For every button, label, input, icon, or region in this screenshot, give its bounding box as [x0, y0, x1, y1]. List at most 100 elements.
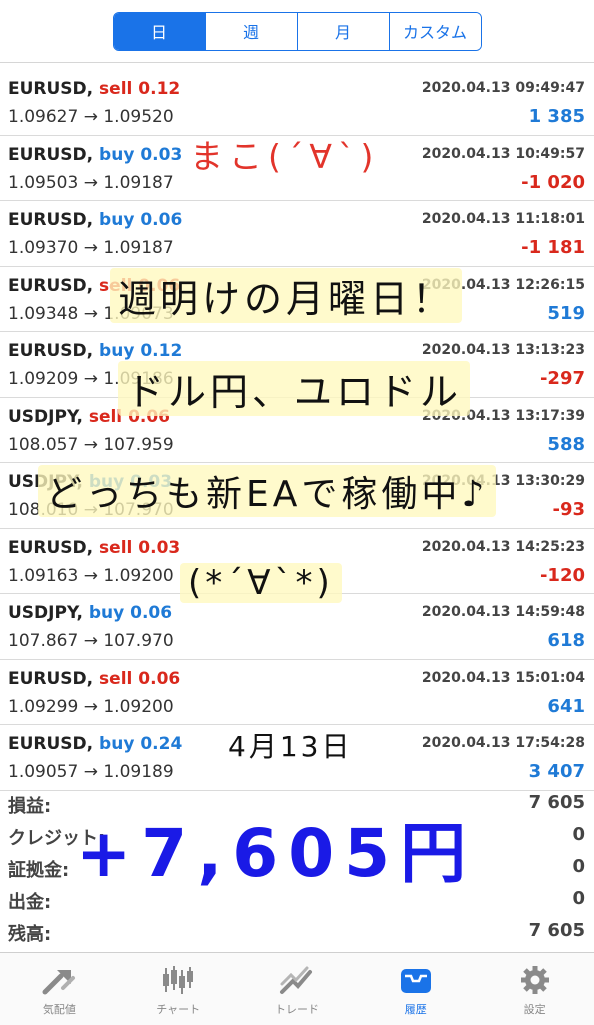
deal-volume: 0.12	[140, 341, 183, 361]
deal-symbol-name: EURUSD,	[8, 210, 94, 230]
deal-profit: 3 407	[528, 761, 585, 782]
tab-quotes[interactable]: 気配値	[0, 953, 119, 1025]
deal-time: 2020.04.13 17:54:28	[421, 735, 585, 751]
trade-icon	[277, 963, 317, 997]
summary-label: 出金:	[8, 892, 52, 913]
deal-profit: 588	[547, 433, 585, 455]
deal-symbol-name: EURUSD,	[8, 668, 94, 689]
deal-symbol: EURUSD, buy 0.03	[8, 145, 182, 165]
handwritten-note-line2: ドル円、ユロドル	[118, 361, 471, 416]
deal-time: 2020.04.13 14:25:23	[421, 538, 585, 555]
deal-prices: 1.09627 → 1.09520	[8, 107, 174, 127]
deal-volume: 0.06	[130, 603, 173, 623]
deal-time: 2020.04.13 09:49:47	[421, 80, 585, 96]
handwritten-note-line3: どっちも新EAで稼働中♪	[38, 465, 497, 517]
chart-icon	[158, 963, 198, 997]
deal-profit: 1 385	[528, 106, 585, 127]
deal-profit: 641	[547, 695, 585, 717]
deals-list: EURUSD, sell 0.12 2020.04.13 09:49:47 1.09…	[0, 70, 594, 791]
deal-side: buy	[99, 734, 135, 754]
deal-time: 2020.04.13 13:13:23	[421, 342, 585, 358]
deal-symbol-name: EURUSD,	[8, 275, 94, 296]
history-icon	[396, 963, 436, 997]
deal-prices: 1.09299 → 1.09200	[8, 696, 174, 717]
tab-week[interactable]: 週	[204, 12, 297, 50]
summary-label: 残高:	[8, 924, 52, 945]
deal-prices: 1.09503 → 1.09187	[8, 172, 174, 193]
handwritten-note-name: まこ(´∀`)	[190, 137, 380, 176]
tab-month[interactable]: 月	[296, 12, 389, 50]
deal-symbol-name: EURUSD,	[8, 79, 94, 99]
tab-trade[interactable]: トレード	[238, 953, 357, 1025]
deal-side: buy	[99, 341, 135, 361]
deal-symbol-name: USDJPY,	[8, 406, 83, 427]
deal-prices: 1.09163 → 1.09200	[8, 565, 174, 586]
deal-prices: 1.09057 → 1.09189	[8, 762, 174, 782]
deal-prices: 107.867 → 107.970	[8, 631, 174, 651]
deal-profit: -120	[539, 564, 585, 586]
period-selector-bar: 日 週 月 カスタム	[0, 0, 594, 63]
deal-side: sell	[99, 79, 133, 99]
deal-profit: -93	[552, 499, 585, 520]
deal-volume: 0.12	[138, 79, 181, 99]
tab-history[interactable]: 履歴	[356, 953, 475, 1025]
deal-symbol-name: EURUSD,	[8, 341, 94, 361]
quotes-icon	[39, 963, 79, 997]
deal-profit: 618	[547, 630, 585, 651]
deal-volume: 0.06	[140, 210, 183, 230]
deal-prices: 108.057 → 107.959	[8, 434, 174, 455]
summary-value: 0	[572, 824, 585, 845]
summary-value: 7 605	[528, 792, 585, 813]
tab-label: チャート	[156, 1003, 201, 1016]
deal-side: buy	[99, 210, 135, 230]
bottom-tab-bar: 気配値 チャート トレード 履歴 設定	[0, 952, 594, 1025]
tab-day[interactable]: 日	[113, 12, 205, 50]
deal-volume: 0.06	[138, 668, 181, 689]
deal-side: buy	[88, 603, 125, 623]
handwritten-date: 4月13日	[228, 730, 353, 763]
deal-symbol-name: EURUSD,	[8, 144, 94, 165]
deal-volume: 0.24	[140, 734, 183, 754]
deal-symbol-name: USDJPY,	[8, 603, 83, 623]
settings-icon	[515, 963, 555, 997]
deal-symbol: USDJPY, buy 0.06	[8, 603, 172, 623]
handwritten-note-face: (*´∀`*)	[180, 563, 342, 603]
summary-value: 0	[572, 888, 585, 909]
deal-profit: -297	[539, 368, 585, 389]
deal-side: sell	[99, 537, 133, 558]
deal-profit: -1 181	[521, 237, 585, 258]
deal-side: sell	[99, 668, 133, 689]
deal-symbol: EURUSD, sell 0.06	[8, 669, 180, 689]
summary-label: 損益:	[8, 796, 52, 817]
deal-symbol: EURUSD, buy 0.12	[8, 341, 182, 361]
deal-row[interactable]: USDJPY, buy 0.06 2020.04.13 14:59:48 107.8…	[0, 594, 594, 660]
tab-custom[interactable]: カスタム	[388, 12, 481, 50]
deal-profit: 519	[547, 302, 585, 324]
tab-label: 設定	[523, 1003, 546, 1016]
deal-row[interactable]: EURUSD, sell 0.12 2020.04.13 09:49:47 1.09…	[0, 70, 594, 136]
tab-label: 気配値	[42, 1003, 76, 1016]
deal-symbol: EURUSD, buy 0.06	[8, 210, 182, 230]
summary-row: 残高: 7 605	[0, 916, 594, 948]
tab-chart[interactable]: チャート	[119, 953, 238, 1025]
handwritten-total: +7,605円	[76, 815, 477, 892]
handwritten-note-line1: 週明けの月曜日！	[110, 268, 463, 323]
deal-prices: 1.09370 → 1.09187	[8, 238, 174, 258]
deal-profit: -1 020	[521, 171, 585, 193]
deal-side: buy	[99, 144, 135, 165]
deal-symbol: EURUSD, buy 0.24	[8, 734, 182, 754]
tab-label: トレード	[274, 1003, 319, 1016]
deal-time: 2020.04.13 11:18:01	[421, 211, 585, 227]
deal-row[interactable]: EURUSD, buy 0.06 2020.04.13 11:18:01 1.093…	[0, 201, 594, 267]
deal-time: 2020.04.13 10:49:57	[421, 145, 585, 162]
tab-settings[interactable]: 設定	[475, 953, 594, 1025]
deal-row[interactable]: EURUSD, sell 0.06 2020.04.13 15:01:04 1.09…	[0, 660, 594, 725]
deal-symbol: EURUSD, sell 0.12	[8, 79, 180, 99]
summary-value: 7 605	[528, 920, 585, 941]
deal-time: 2020.04.13 15:01:04	[421, 669, 585, 686]
deal-volume: 0.03	[140, 144, 183, 165]
deal-symbol-name: EURUSD,	[8, 537, 94, 558]
deal-volume: 0.03	[138, 537, 181, 558]
deal-time: 2020.04.13 14:59:48	[421, 604, 585, 620]
summary-label: 証拠金:	[8, 860, 70, 881]
